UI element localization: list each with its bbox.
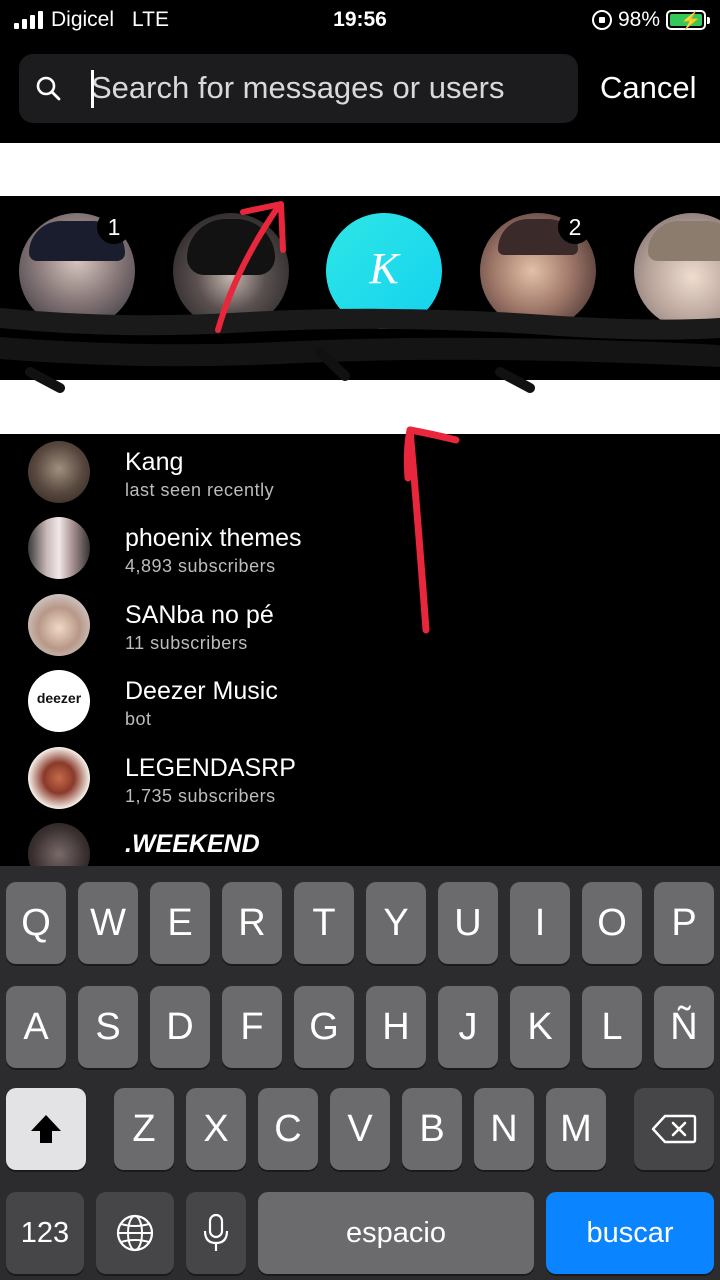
- shift-arrow-icon: [31, 1115, 61, 1143]
- key-e[interactable]: E: [150, 882, 210, 964]
- key-x[interactable]: X: [186, 1088, 246, 1170]
- key-z[interactable]: Z: [114, 1088, 174, 1170]
- keyboard: Q W E R T Y U I O P A S D F G H J K L Ñ …: [0, 866, 720, 1280]
- white-band-bottom: [0, 380, 720, 434]
- key-p[interactable]: P: [654, 882, 714, 964]
- key-c[interactable]: C: [258, 1088, 318, 1170]
- status-bar: Digicel LTE 19:56 98% ⚡: [0, 0, 720, 42]
- microphone-key[interactable]: [186, 1192, 246, 1274]
- list-item[interactable]: deezer Deezer Music bot: [0, 663, 720, 739]
- story-initial: K: [369, 244, 399, 293]
- key-j[interactable]: J: [438, 986, 498, 1068]
- chat-name: Kang: [125, 448, 184, 476]
- numbers-key[interactable]: 123: [6, 1192, 84, 1274]
- backspace-icon: [651, 1114, 697, 1144]
- search-icon: [36, 76, 61, 101]
- white-band-top: [0, 143, 720, 196]
- microphone-icon: [203, 1213, 229, 1251]
- chat-subtitle: 4,893 subscribers: [125, 556, 276, 576]
- story-avatar-k[interactable]: K: [326, 213, 442, 329]
- key-l[interactable]: L: [582, 986, 642, 1068]
- key-d[interactable]: D: [150, 986, 210, 1068]
- cancel-button[interactable]: Cancel: [600, 70, 697, 106]
- battery-icon: ⚡: [666, 10, 710, 30]
- globe-icon: [116, 1214, 154, 1252]
- story-avatar[interactable]: [634, 213, 720, 329]
- chat-name: LEGENDASRP: [125, 754, 296, 782]
- key-y[interactable]: Y: [366, 882, 426, 964]
- story-avatar[interactable]: [173, 213, 289, 329]
- delete-key[interactable]: [634, 1088, 714, 1170]
- avatar: [28, 441, 90, 503]
- list-item[interactable]: SANba no pé 11 subscribers: [0, 587, 720, 663]
- key-m[interactable]: M: [546, 1088, 606, 1170]
- search-action-key[interactable]: buscar: [546, 1192, 714, 1274]
- key-g[interactable]: G: [294, 986, 354, 1068]
- status-right: 98% ⚡: [591, 8, 710, 32]
- stories-strip: 1 K 2: [0, 196, 720, 380]
- chat-subtitle: last seen recently: [125, 480, 275, 500]
- chat-name: Deezer Music: [125, 677, 278, 705]
- key-i[interactable]: I: [510, 882, 570, 964]
- chat-subtitle: bot: [125, 709, 152, 729]
- key-f[interactable]: F: [222, 986, 282, 1068]
- chat-name: .WEEKEND: [125, 830, 260, 858]
- chat-subtitle: 11 subscribers: [125, 633, 248, 653]
- chat-list: Kang last seen recently phoenix themes 4…: [0, 434, 720, 866]
- key-k[interactable]: K: [510, 986, 570, 1068]
- chat-name: SANba no pé: [125, 601, 274, 629]
- key-o[interactable]: O: [582, 882, 642, 964]
- key-a[interactable]: A: [6, 986, 66, 1068]
- key-n-tilde[interactable]: Ñ: [654, 986, 714, 1068]
- space-key[interactable]: espacio: [258, 1192, 534, 1274]
- search-bar[interactable]: [19, 54, 578, 123]
- chat-name: phoenix themes: [125, 524, 302, 552]
- deezer-logo: deezer: [36, 690, 82, 706]
- list-item[interactable]: phoenix themes 4,893 subscribers: [0, 510, 720, 586]
- avatar: deezer: [28, 670, 90, 732]
- avatar: [28, 823, 90, 866]
- key-u[interactable]: U: [438, 882, 498, 964]
- orientation-lock-icon: [591, 10, 612, 30]
- key-t[interactable]: T: [294, 882, 354, 964]
- text-cursor: [91, 70, 94, 108]
- avatar: [28, 747, 90, 809]
- key-h[interactable]: H: [366, 986, 426, 1068]
- key-w[interactable]: W: [78, 882, 138, 964]
- story-badge: 1: [97, 210, 131, 244]
- key-v[interactable]: V: [330, 1088, 390, 1170]
- key-b[interactable]: B: [402, 1088, 462, 1170]
- battery-percent: 98%: [617, 8, 660, 31]
- key-r[interactable]: R: [222, 882, 282, 964]
- shift-key[interactable]: [6, 1088, 86, 1170]
- avatar: [28, 594, 90, 656]
- key-n[interactable]: N: [474, 1088, 534, 1170]
- globe-key[interactable]: [96, 1192, 174, 1274]
- list-item[interactable]: LEGENDASRP 1,735 subscribers: [0, 740, 720, 816]
- chat-subtitle: 1,735 subscribers: [125, 786, 276, 806]
- avatar: [28, 517, 90, 579]
- search-input[interactable]: [91, 68, 571, 108]
- key-q[interactable]: Q: [6, 882, 66, 964]
- list-item[interactable]: .WEEKEND: [0, 816, 720, 866]
- story-badge: 2: [558, 210, 592, 244]
- key-s[interactable]: S: [78, 986, 138, 1068]
- list-item[interactable]: Kang last seen recently: [0, 434, 720, 510]
